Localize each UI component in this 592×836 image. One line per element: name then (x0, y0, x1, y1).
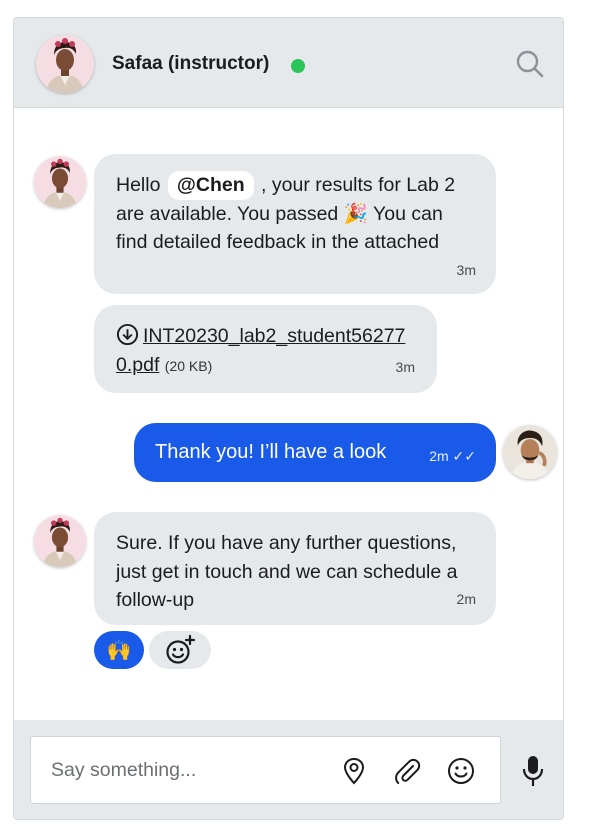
message-input[interactable] (31, 737, 331, 803)
file-size: (20 KB) (164, 357, 213, 374)
chat-window: Safaa (instructor) Hello @Chen , your re… (13, 17, 564, 820)
user-mention[interactable]: @Chen (167, 171, 254, 200)
message-text: Sure. If you have any further questions,… (116, 532, 458, 611)
sender-avatar (34, 156, 86, 208)
raised-hands-emoji: 🙌 (106, 639, 132, 662)
message-timestamp: 3m (456, 261, 476, 278)
message-input-box[interactable] (30, 736, 501, 804)
message-timestamp-read: 2m ✓✓ (429, 448, 476, 464)
add-reaction-icon (166, 634, 196, 664)
my-avatar (503, 425, 557, 479)
online-status-dot (291, 59, 305, 73)
message-text: Hello (116, 174, 161, 196)
paperclip-icon[interactable] (392, 756, 422, 786)
smiley-icon[interactable] (446, 756, 476, 786)
message-bubble-incoming[interactable]: Sure. If you have any further questions,… (94, 512, 496, 625)
add-reaction-button[interactable] (149, 631, 211, 669)
search-icon[interactable] (515, 49, 545, 79)
message-timestamp: 2m (456, 590, 476, 607)
message-bubble-incoming[interactable]: Hello @Chen , your results for Lab 2 are… (94, 154, 496, 294)
message-text: , your results for Lab 2 are available. … (116, 174, 456, 253)
reaction-raised-hands[interactable]: 🙌 (94, 631, 144, 669)
composer-bar (14, 720, 563, 819)
microphone-icon[interactable] (520, 754, 546, 788)
message-text: Thank you! I’ll have a look (155, 441, 387, 463)
file-link[interactable]: INT20230_lab2_student562770.pdf (116, 325, 405, 376)
message-timestamp: 3m (395, 358, 415, 375)
contact-avatar[interactable] (36, 35, 94, 93)
location-pin-icon[interactable] (339, 756, 369, 786)
chat-header: Safaa (instructor) (14, 18, 563, 108)
message-list[interactable]: Hello @Chen , your results for Lab 2 are… (14, 108, 563, 720)
download-icon[interactable] (116, 323, 139, 346)
file-attachment-bubble[interactable]: INT20230_lab2_student562770.pdf (20 KB) … (94, 305, 437, 393)
message-bubble-outgoing[interactable]: Thank you! I’ll have a look 2m ✓✓ (134, 423, 496, 482)
contact-name: Safaa (instructor) (112, 53, 270, 74)
sender-avatar (34, 515, 86, 567)
